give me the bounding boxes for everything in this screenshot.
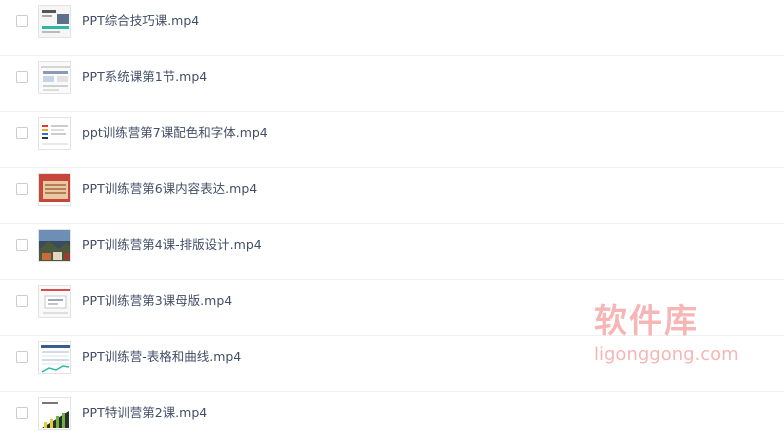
video-thumbnail[interactable] — [38, 61, 71, 94]
row-checkbox[interactable] — [16, 239, 28, 251]
file-row[interactable]: PPT特训营第2课.mp4 — [0, 392, 784, 448]
file-row[interactable]: PPT综合技巧课.mp4 — [0, 0, 784, 56]
file-name[interactable]: PPT特训营第2课.mp4 — [82, 404, 207, 422]
row-checkbox[interactable] — [16, 183, 28, 195]
file-list: PPT综合技巧课.mp4 PPT系统课第1节.mp4 ppt训练营第7课配色和字… — [0, 0, 784, 435]
video-thumbnail[interactable] — [38, 117, 71, 150]
video-thumbnail[interactable] — [38, 285, 71, 318]
file-name[interactable]: PPT训练营第3课母版.mp4 — [82, 292, 232, 310]
video-thumbnail[interactable] — [38, 397, 71, 430]
file-row[interactable]: PPT训练营第6课内容表达.mp4 — [0, 168, 784, 224]
row-checkbox[interactable] — [16, 407, 28, 419]
row-checkbox[interactable] — [16, 71, 28, 83]
file-row[interactable]: PPT系统课第1节.mp4 — [0, 56, 784, 112]
video-thumbnail[interactable] — [38, 5, 71, 38]
file-name[interactable]: PPT系统课第1节.mp4 — [82, 68, 207, 86]
row-checkbox[interactable] — [16, 351, 28, 363]
file-row[interactable]: ppt训练营第7课配色和字体.mp4 — [0, 112, 784, 168]
file-name[interactable]: PPT综合技巧课.mp4 — [82, 12, 199, 30]
file-name[interactable]: ppt训练营第7课配色和字体.mp4 — [82, 124, 268, 142]
video-thumbnail[interactable] — [38, 173, 71, 206]
file-name[interactable]: PPT训练营-表格和曲线.mp4 — [82, 348, 241, 366]
file-name[interactable]: PPT训练营第6课内容表达.mp4 — [82, 180, 257, 198]
row-checkbox[interactable] — [16, 127, 28, 139]
row-checkbox[interactable] — [16, 295, 28, 307]
file-row[interactable]: PPT训练营第4课-排版设计.mp4 — [0, 224, 784, 280]
row-checkbox[interactable] — [16, 15, 28, 27]
watermark-url: ligonggong.com — [594, 344, 739, 365]
watermark-title: 软件库 — [594, 301, 699, 340]
video-thumbnail[interactable] — [38, 229, 71, 262]
file-name[interactable]: PPT训练营第4课-排版设计.mp4 — [82, 236, 262, 254]
video-thumbnail[interactable] — [38, 341, 71, 374]
